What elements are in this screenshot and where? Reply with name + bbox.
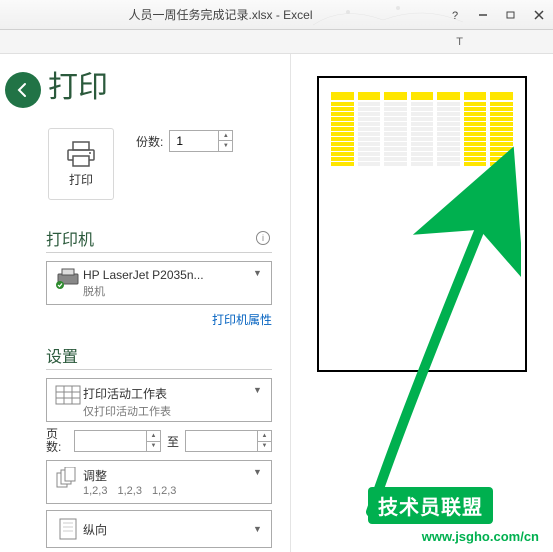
printer-properties-link[interactable]: 打印机属性 xyxy=(212,313,272,327)
info-icon[interactable]: i xyxy=(256,231,270,245)
back-button[interactable] xyxy=(5,72,41,108)
chevron-down-icon: ▼ xyxy=(253,385,265,395)
page-to-input[interactable]: ▲▼ xyxy=(185,430,272,452)
print-preview-panel xyxy=(290,54,553,552)
page-title: 打印 xyxy=(48,62,272,106)
page-from-input[interactable]: ▲▼ xyxy=(74,430,161,452)
print-scope-selector[interactable]: 打印活动工作表 仅打印活动工作表 ▼ xyxy=(46,378,272,422)
collate-selector[interactable]: 调整 1,2,3 1,2,3 1,2,3 ▼ xyxy=(46,460,272,504)
divider xyxy=(46,369,272,370)
divider xyxy=(46,252,272,253)
spinner-down-icon[interactable]: ▼ xyxy=(219,141,232,151)
collate-main-label: 调整 xyxy=(83,467,253,484)
spinner-up-icon[interactable]: ▲ xyxy=(219,131,232,141)
printer-device-icon xyxy=(53,268,83,290)
print-button-label: 打印 xyxy=(69,171,93,188)
printer-section-title: 打印机 xyxy=(46,226,94,250)
pages-label: 页数: xyxy=(46,428,68,454)
titlebar: 人员一周任务完成记录.xlsx - Excel ? xyxy=(0,0,553,30)
printer-icon xyxy=(64,140,98,168)
scope-main-label: 打印活动工作表 xyxy=(83,385,253,402)
printer-status: 脱机 xyxy=(83,283,253,299)
ribbon-subbar: T xyxy=(0,30,553,54)
printer-name: HP LaserJet P2035n... xyxy=(83,268,253,282)
chevron-down-icon: ▼ xyxy=(253,467,265,477)
copies-value: 1 xyxy=(170,134,218,148)
scope-sub-label: 仅打印活动工作表 xyxy=(83,403,253,419)
print-settings-panel: 打印 打印 份数: 1 ▲▼ 打印机 i xyxy=(46,54,290,552)
page-preview xyxy=(317,76,527,372)
backstage-nav xyxy=(0,54,46,552)
quick-access-label: T xyxy=(456,36,463,48)
close-button[interactable] xyxy=(525,3,553,27)
pages-to-label: 至 xyxy=(167,433,179,450)
settings-section-title: 设置 xyxy=(46,343,78,367)
chevron-down-icon: ▼ xyxy=(253,524,265,534)
portrait-icon xyxy=(53,518,83,540)
orientation-selector[interactable]: 纵向 ▼ xyxy=(46,510,272,548)
copies-label: 份数: xyxy=(136,133,163,150)
worksheet-icon xyxy=(53,385,83,405)
orientation-label: 纵向 xyxy=(83,521,253,538)
printer-selector[interactable]: HP LaserJet P2035n... 脱机 ▼ xyxy=(46,261,272,305)
collate-icon xyxy=(53,467,83,489)
chevron-down-icon: ▼ xyxy=(253,268,265,278)
copies-spinner[interactable]: 1 ▲▼ xyxy=(169,130,233,152)
print-button[interactable]: 打印 xyxy=(48,128,114,200)
